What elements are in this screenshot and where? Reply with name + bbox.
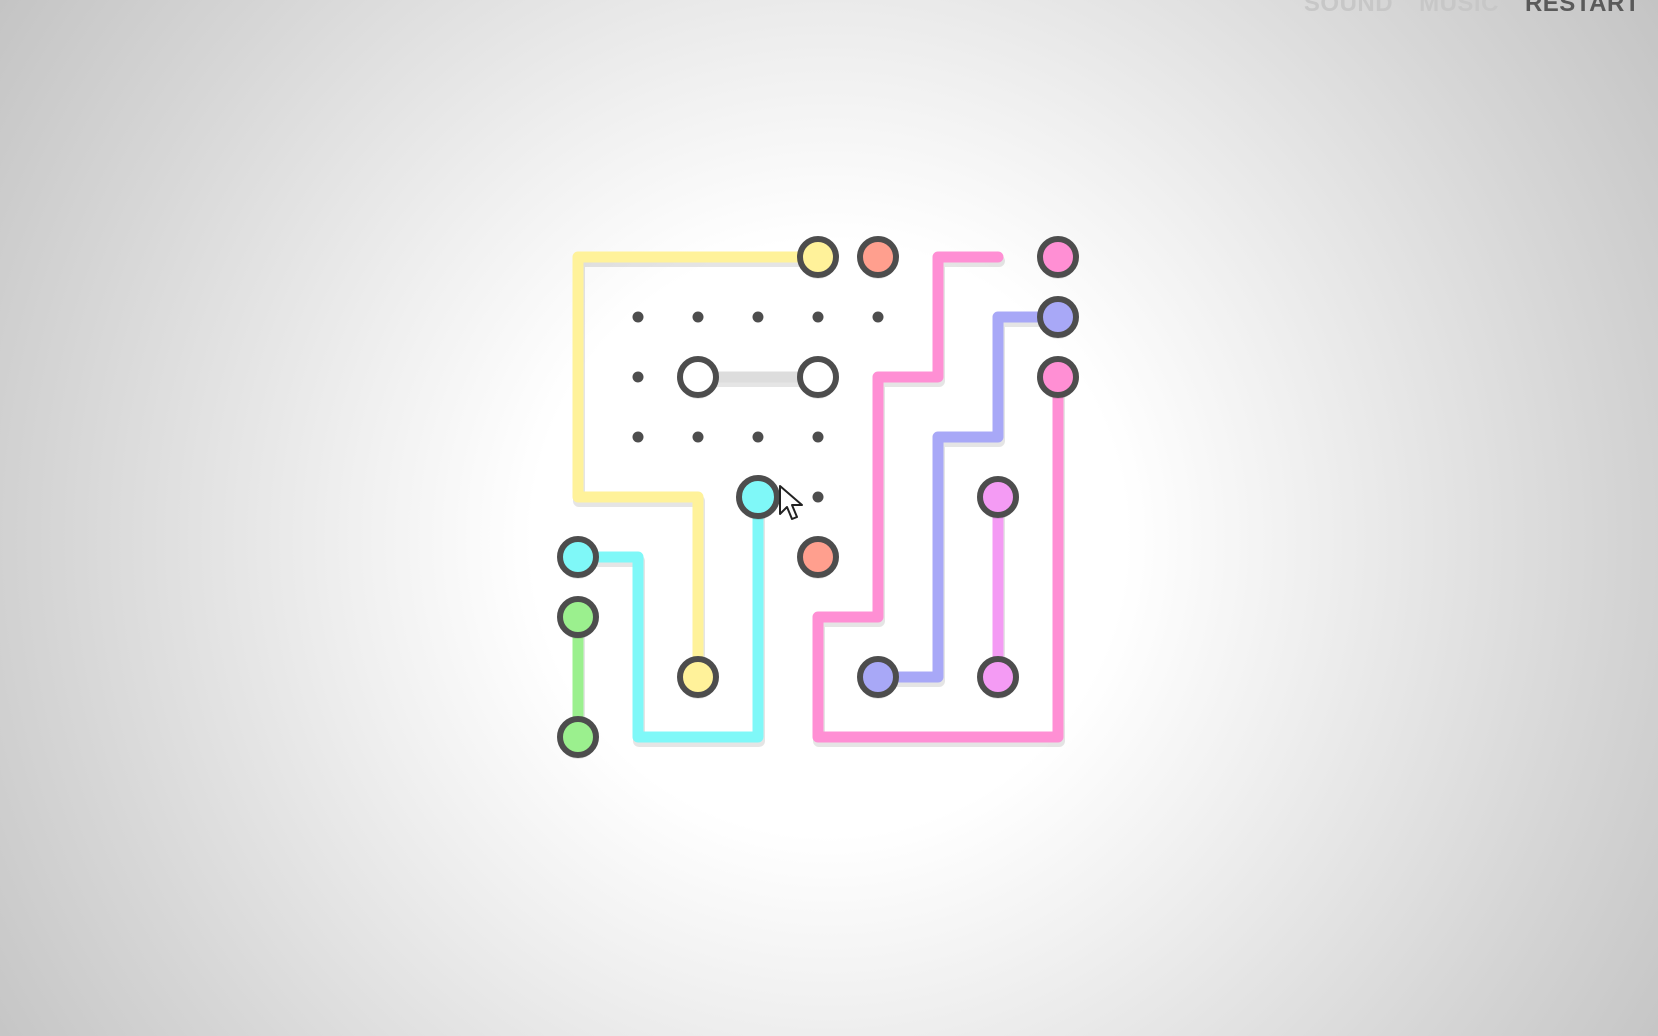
grid-dot[interactable] xyxy=(812,311,824,323)
node-blue[interactable] xyxy=(857,656,899,698)
node-green[interactable] xyxy=(557,716,599,758)
node-green[interactable] xyxy=(557,596,599,638)
mouse-cursor-icon xyxy=(779,485,803,520)
node-empty[interactable] xyxy=(797,356,839,398)
node-cyan[interactable] xyxy=(557,536,599,578)
node-salmon[interactable] xyxy=(857,236,899,278)
grid-dot[interactable] xyxy=(752,431,764,443)
grid-dot[interactable] xyxy=(752,311,764,323)
grid-dot[interactable] xyxy=(632,311,644,323)
path-blue[interactable] xyxy=(872,311,1064,683)
path-cyan[interactable] xyxy=(572,491,764,743)
grid-dot[interactable] xyxy=(812,491,824,503)
node-salmon[interactable] xyxy=(797,536,839,578)
grid-dot[interactable] xyxy=(872,311,884,323)
grid-dot[interactable] xyxy=(692,311,704,323)
puzzle-board[interactable] xyxy=(0,0,1658,1036)
node-blue[interactable] xyxy=(1037,296,1079,338)
node-cyan[interactable] xyxy=(736,475,780,519)
node-yellow[interactable] xyxy=(797,236,839,278)
path-shadow xyxy=(573,495,765,747)
grid-dot[interactable] xyxy=(632,371,644,383)
node-pink[interactable] xyxy=(1037,356,1079,398)
node-magenta[interactable] xyxy=(977,656,1019,698)
grid-dot[interactable] xyxy=(632,431,644,443)
grid-dot[interactable] xyxy=(812,431,824,443)
node-empty[interactable] xyxy=(677,356,719,398)
grid-dot[interactable] xyxy=(692,431,704,443)
node-magenta[interactable] xyxy=(977,476,1019,518)
node-pink[interactable] xyxy=(1037,236,1079,278)
node-yellow[interactable] xyxy=(677,656,719,698)
